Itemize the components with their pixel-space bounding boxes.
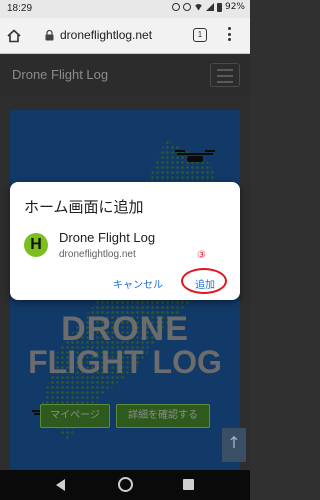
status-icons: 92% (171, 2, 245, 12)
recent-apps-icon[interactable] (183, 479, 194, 490)
site-header: Drone Flight Log (0, 55, 250, 95)
address-bar[interactable]: droneflightlog.net (60, 28, 152, 42)
wifi-icon (193, 3, 203, 11)
hamburger-menu-icon (210, 63, 240, 87)
battery-percent: 92% (224, 2, 245, 12)
signal-icon (205, 3, 214, 11)
add-to-home-dialog: ホーム画面に追加 H Drone Flight Log droneflightl… (10, 182, 240, 300)
alarm-icon (171, 3, 180, 11)
hero-title-line2: FLIGHT LOG (28, 344, 222, 380)
details-button: 詳細を確認する (116, 404, 210, 428)
status-bar: 18:29 92% (0, 0, 250, 18)
app-name-field[interactable]: Drone Flight Log (59, 230, 155, 245)
app-icon: H (24, 233, 48, 257)
scroll-to-top-button: ↑ (222, 428, 246, 462)
status-time: 18:29 (7, 3, 33, 14)
mypage-button: マイページ (40, 404, 110, 428)
system-nav-bar (0, 470, 250, 500)
back-icon[interactable] (56, 479, 65, 491)
step-marker: ③ (197, 250, 206, 261)
cancel-button[interactable]: キャンセル (113, 276, 163, 291)
home-circle-icon[interactable] (118, 477, 133, 492)
app-url: droneflightlog.net (59, 249, 136, 260)
browser-toolbar: droneflightlog.net 1 (0, 18, 250, 54)
more-options-icon[interactable] (228, 27, 232, 43)
lock-icon (45, 30, 54, 41)
tab-switcher-button[interactable]: 1 (193, 28, 207, 42)
drone-icon (175, 150, 215, 168)
dnd-icon (182, 3, 191, 11)
dialog-title: ホーム画面に追加 (24, 198, 144, 216)
battery-icon (216, 2, 222, 12)
site-title: Drone Flight Log (12, 67, 109, 82)
add-button[interactable]: 追加 (195, 276, 215, 291)
home-icon[interactable] (7, 28, 21, 43)
